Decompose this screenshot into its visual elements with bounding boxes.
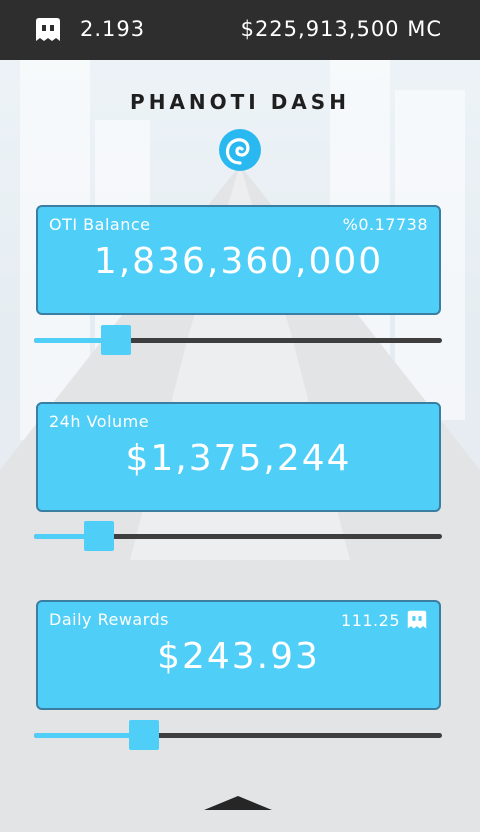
slider-thumb[interactable] bbox=[101, 325, 131, 355]
card-value: $243.93 bbox=[157, 636, 320, 677]
chevron-up-icon[interactable] bbox=[204, 796, 272, 810]
multiplier-value: 2.193 bbox=[80, 17, 146, 41]
mc-balance: $225,913,500 MC bbox=[240, 17, 442, 41]
card-value: 1,836,360,000 bbox=[93, 241, 384, 282]
percentage-text: %0.17738 bbox=[342, 215, 428, 234]
daily-rewards-slider[interactable] bbox=[34, 720, 442, 750]
card-label: Daily Rewards bbox=[49, 610, 169, 629]
swirl-logo-icon bbox=[219, 129, 261, 171]
volume-slider[interactable] bbox=[34, 521, 442, 551]
card-reward-amount: 111.25 bbox=[341, 610, 428, 630]
card-label: OTI Balance bbox=[49, 215, 151, 234]
card-percentage: %0.17738 bbox=[343, 215, 428, 234]
card-value: $1,375,244 bbox=[125, 438, 352, 479]
top-status-bar: 2.193 $225,913,500 MC bbox=[0, 0, 480, 60]
ghost-icon bbox=[36, 18, 60, 41]
daily-rewards-card: Daily Rewards 111.25 $243.93 bbox=[36, 600, 441, 710]
slider-thumb[interactable] bbox=[129, 720, 159, 750]
ghost-icon bbox=[407, 610, 427, 629]
card-label: 24h Volume bbox=[49, 412, 150, 431]
slider-thumb[interactable] bbox=[84, 521, 114, 551]
volume-card: 24h Volume $1,375,244 bbox=[36, 402, 441, 512]
game-title: PHANOTI DASH bbox=[130, 90, 350, 114]
oti-balance-slider[interactable] bbox=[34, 325, 442, 355]
oti-balance-card: OTI Balance %0.17738 1,836,360,000 bbox=[36, 205, 441, 315]
slider-fill bbox=[34, 733, 144, 738]
reward-amount-text: 111.25 bbox=[341, 610, 400, 630]
